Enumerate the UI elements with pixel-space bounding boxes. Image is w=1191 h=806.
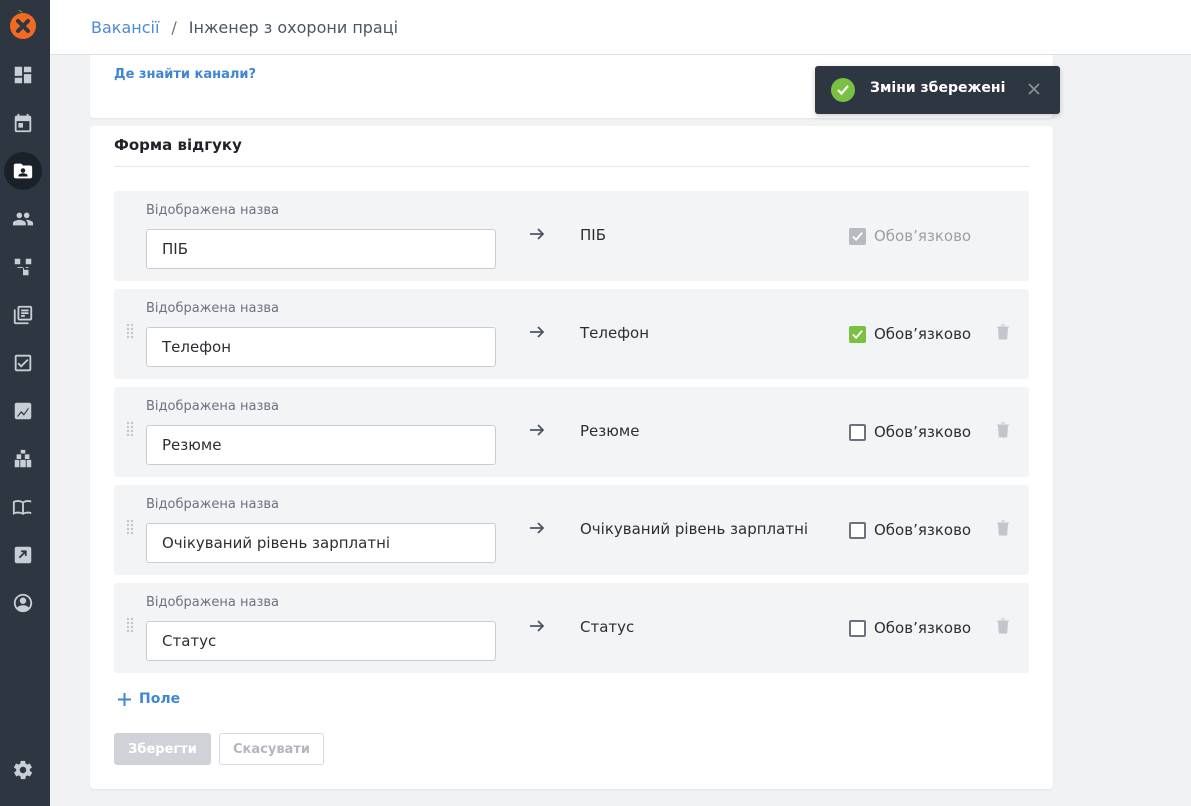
form-field-row: Відображена назва Резюме Обов’язково: [114, 387, 1029, 477]
profile-icon: [13, 593, 33, 613]
toast-message: Зміни збережені: [870, 80, 1006, 96]
form-field-row: Відображена назва Очікуваний рівень зарп…: [114, 485, 1029, 575]
checkbox-unchecked-icon: [849, 521, 866, 539]
app-logo-icon[interactable]: [8, 8, 38, 40]
display-name-input[interactable]: [146, 327, 496, 367]
sidebar-item-knowledge-base[interactable]: [4, 488, 42, 526]
calendar-icon: [14, 113, 32, 133]
field-label: Відображена назва: [146, 203, 280, 218]
breadcrumb-separator: /: [171, 17, 177, 37]
field-target: Резюме: [580, 422, 640, 440]
add-field-button[interactable]: Поле: [118, 691, 180, 707]
where-find-channels-link[interactable]: Де знайти канали?: [114, 67, 256, 82]
required-label: Обов’язково: [874, 521, 972, 539]
form-title: Форма відгуку: [114, 136, 242, 154]
breadcrumb: Вакансії / Інженер з охорони праці: [50, 0, 1191, 55]
tasks-icon: [14, 354, 32, 372]
plus-icon: [118, 692, 131, 706]
trash-icon[interactable]: [996, 520, 1010, 536]
close-icon[interactable]: [1027, 82, 1041, 96]
sidebar-item-team[interactable]: [4, 200, 42, 238]
field-target: Очікуваний рівень зарплатні: [580, 520, 809, 538]
required-checkbox[interactable]: Обов’язково: [849, 619, 971, 637]
display-name-input[interactable]: [146, 621, 496, 661]
field-target: Статус: [580, 618, 635, 636]
toast-notification: Зміни збережені: [815, 66, 1060, 114]
team-icon: [12, 212, 34, 226]
required-label: Обов’язково: [874, 619, 972, 637]
display-name-input[interactable]: [146, 229, 496, 269]
save-button[interactable]: Зберегти: [114, 733, 211, 765]
required-label: Обов’язково: [874, 423, 972, 441]
sidebar-item-export[interactable]: [4, 536, 42, 574]
field-label: Відображена назва: [146, 399, 280, 414]
library-icon: [13, 305, 33, 325]
form-field-row: Відображена назва ПІБ Обов’язково: [114, 191, 1029, 281]
breadcrumb-current: Інженер з охорони праці: [188, 17, 399, 37]
sidebar-item-profile[interactable]: [4, 584, 42, 622]
analytics-icon: [14, 402, 32, 420]
add-field-label: Поле: [139, 691, 181, 707]
drag-handle-icon[interactable]: [126, 421, 134, 437]
required-label: Обов’язково: [874, 227, 972, 245]
field-label: Відображена назва: [146, 497, 280, 512]
field-target: Телефон: [580, 324, 650, 342]
sidebar-item-dashboard[interactable]: [4, 56, 42, 94]
checkbox-checked-icon: [849, 325, 866, 343]
trash-icon[interactable]: [996, 324, 1010, 340]
trash-icon[interactable]: [996, 422, 1010, 438]
response-form-card: Форма відгуку Відображена назва ПІБ Обов…: [90, 126, 1053, 789]
checkbox-unchecked-icon: [849, 423, 866, 441]
sidebar-item-candidates[interactable]: [4, 152, 42, 190]
display-name-input[interactable]: [146, 523, 496, 563]
arrow-right-icon: [530, 522, 545, 534]
drag-handle-icon[interactable]: [126, 617, 134, 633]
sidebar-item-pipeline[interactable]: [4, 248, 42, 286]
required-label: Обов’язково: [874, 325, 972, 343]
pipeline-icon: [14, 258, 32, 276]
form-field-row: Відображена назва Статус Обов’язково: [114, 583, 1029, 673]
sidebar-item-analytics[interactable]: [4, 392, 42, 430]
sidebar-item-library[interactable]: [4, 296, 42, 334]
required-checkbox[interactable]: Обов’язково: [849, 423, 971, 441]
sidebar-item-settings[interactable]: [4, 751, 42, 789]
drag-handle-icon[interactable]: [126, 323, 134, 339]
required-checkbox: Обов’язково: [849, 227, 971, 245]
candidates-icon: [13, 163, 33, 179]
arrow-right-icon: [530, 326, 545, 338]
display-name-input[interactable]: [146, 425, 496, 465]
export-icon: [14, 546, 32, 564]
checkbox-checked-disabled-icon: [849, 227, 866, 245]
sidebar: [0, 0, 50, 806]
integrations-icon: [14, 449, 32, 468]
arrow-right-icon: [530, 424, 545, 436]
cancel-button[interactable]: Скасувати: [219, 733, 324, 765]
knowledge-base-icon: [12, 500, 32, 515]
arrow-right-icon: [530, 228, 545, 240]
checkbox-unchecked-icon: [849, 619, 866, 637]
trash-icon[interactable]: [996, 618, 1010, 634]
arrow-right-icon: [530, 620, 545, 632]
sidebar-item-tasks[interactable]: [4, 344, 42, 382]
required-checkbox[interactable]: Обов’язково: [849, 521, 971, 539]
success-check-icon: [831, 78, 855, 102]
sidebar-item-integrations[interactable]: [4, 440, 42, 478]
form-field-row: Відображена назва Телефон Обов’язково: [114, 289, 1029, 379]
field-label: Відображена назва: [146, 595, 280, 610]
field-label: Відображена назва: [146, 301, 280, 316]
sidebar-item-calendar[interactable]: [4, 104, 42, 142]
breadcrumb-vacancies-link[interactable]: Вакансії: [91, 18, 159, 37]
field-target: ПІБ: [580, 226, 606, 244]
dashboard-icon: [14, 66, 32, 84]
drag-handle-icon[interactable]: [126, 519, 134, 535]
required-checkbox[interactable]: Обов’язково: [849, 325, 971, 343]
settings-icon: [13, 760, 33, 780]
form-divider: [114, 166, 1029, 167]
